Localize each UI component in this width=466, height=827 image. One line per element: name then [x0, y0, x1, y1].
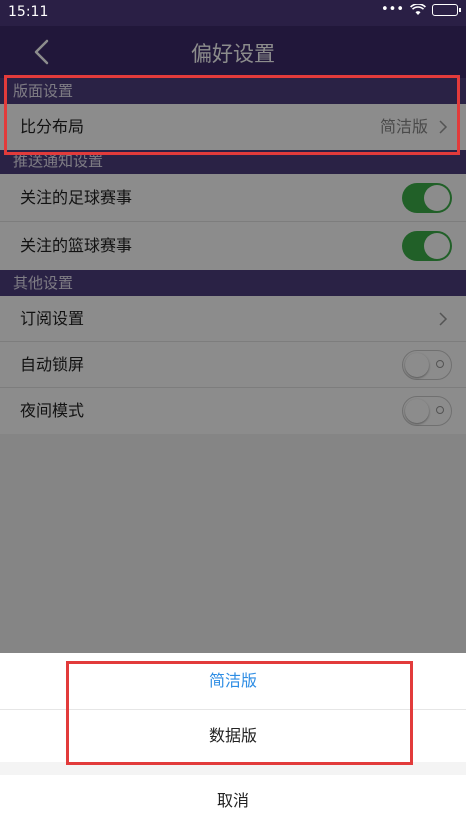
status-time: 15:11 [8, 4, 49, 20]
option-simple[interactable]: 简洁版 [0, 653, 466, 709]
cancel-button[interactable]: 取消 [0, 775, 466, 827]
signal-dots: ••• [380, 2, 404, 17]
modal-overlay[interactable] [0, 26, 466, 653]
option-data[interactable]: 数据版 [0, 710, 466, 762]
status-bar: 15:11 ••• [0, 0, 466, 26]
status-icons: ••• [380, 2, 461, 17]
wifi-icon [410, 3, 426, 15]
battery-icon [432, 3, 461, 16]
